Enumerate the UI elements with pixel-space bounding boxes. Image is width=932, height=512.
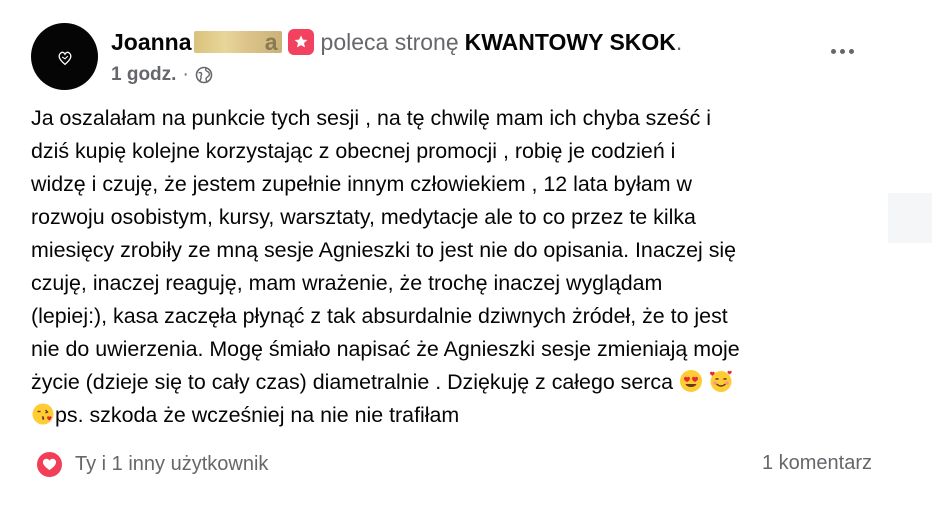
author-name[interactable]: Joanna [111,29,192,56]
reactions-text[interactable]: Ty i 1 inny użytkownik [75,453,268,476]
post-text-line: Ja oszalałam na punkcie tych sesji , na … [31,106,712,130]
post-header: Joanna a poleca stronę KWANTOWY SKOK . [111,26,682,58]
meta-separator: · [182,64,189,85]
name-redaction: a [193,29,282,55]
reactions-summary[interactable]: Ty i 1 inny użytkownik [35,448,268,480]
heart-reaction-icon [35,449,64,479]
more-options-icon-dot [830,48,836,54]
globe-icon [195,66,213,84]
redaction-tail: a [264,29,278,55]
post-text-line: dziś kupię kolejne korzystając z obecnej… [31,139,676,163]
avatar[interactable] [31,23,98,90]
side-panel-edge [888,193,932,243]
page-name[interactable]: KWANTOWY SKOK [465,29,676,56]
post-text-line: widzę i czuję, że jestem zupełnie innym … [31,172,692,196]
avatar-logo-icon [58,51,71,65]
post-text-line: rozwoju osobistym, kursy, warsztaty, med… [31,205,696,229]
heart-eyes-emoji [679,369,703,393]
post-text-line-with-emoji: ps. szkoda że wcześniej na nie nie trafi… [31,399,881,432]
recommend-verb: poleca stronę [320,28,459,55]
post-text-line: miesięcy zrobiły ze mną sesje Agnieszki … [31,238,737,262]
recommend-star-icon [287,29,314,55]
post-text-line: czuję, inaczej reaguję, mam wrażenie, że… [31,271,663,295]
comments-count-link[interactable]: 1 komentarz [762,452,872,475]
post-meta: 1 godz. · [111,62,213,88]
more-options-button[interactable] [822,36,862,66]
post-text-line: (lepiej:), kasa zaczęła płynąć z tak abs… [31,304,728,328]
post-body: Ja oszalałam na punkcie tych sesji , na … [31,102,881,432]
more-options-icon-dot [848,48,854,54]
post-text-segment: życie (dzieje się to cały czas) diametra… [31,370,673,394]
post-card: Joanna a poleca stronę KWANTOWY SKOK . 1… [0,0,932,512]
post-text-line-with-emoji: życie (dzieje się to cały czas) diametra… [31,366,881,399]
post-text-segment: ps. szkoda że wcześniej na nie nie trafi… [55,403,460,427]
face-blowing-kiss-emoji [31,402,55,426]
header-period: . [675,28,683,55]
post-text-line: nie do uwierzenia. Mogę śmiało napisać ż… [31,337,740,361]
smiling-face-with-hearts-emoji [709,369,733,393]
post-time[interactable]: 1 godz. [111,64,176,86]
more-options-icon-dot [839,48,845,54]
